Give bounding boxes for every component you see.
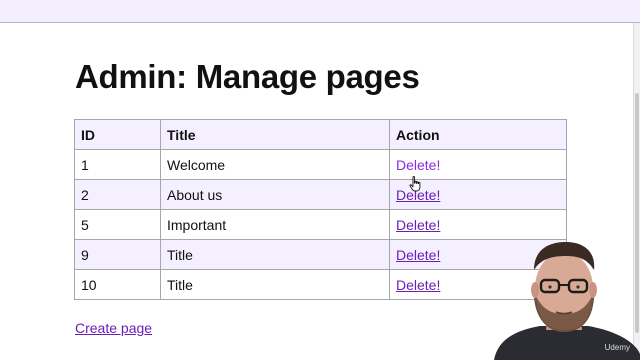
delete-link[interactable]: Delete! bbox=[396, 157, 440, 173]
delete-link[interactable]: Delete! bbox=[396, 217, 440, 233]
cell-id: 2 bbox=[74, 179, 161, 210]
cell-id: 5 bbox=[74, 209, 161, 240]
table-row: 5 Important Delete! bbox=[74, 209, 567, 240]
cell-title: Title bbox=[160, 269, 390, 300]
browser-top-bar bbox=[0, 0, 640, 23]
page-title: Admin: Manage pages bbox=[75, 58, 420, 95]
table-row: 1 Welcome Delete! bbox=[74, 149, 567, 180]
cell-id: 9 bbox=[74, 239, 161, 270]
cell-title: About us bbox=[160, 179, 390, 210]
hand-cursor-icon bbox=[409, 176, 421, 192]
watermark: Udemy bbox=[604, 343, 630, 352]
column-header-action: Action bbox=[389, 119, 567, 150]
cell-title: Important bbox=[160, 209, 390, 240]
delete-link[interactable]: Delete! bbox=[396, 247, 440, 263]
column-header-title: Title bbox=[160, 119, 390, 150]
column-header-id: ID bbox=[74, 119, 161, 150]
delete-link[interactable]: Delete! bbox=[396, 277, 440, 293]
cell-title: Title bbox=[160, 239, 390, 270]
table-row: 2 About us Delete! bbox=[74, 179, 567, 210]
cell-action: Delete! bbox=[389, 149, 567, 180]
cell-id: 10 bbox=[74, 269, 161, 300]
cell-title: Welcome bbox=[160, 149, 390, 180]
cell-id: 1 bbox=[74, 149, 161, 180]
cell-action: Delete! bbox=[389, 209, 567, 240]
presenter-video-overlay bbox=[494, 242, 640, 360]
create-page-link[interactable]: Create page bbox=[75, 320, 152, 336]
table-header-row: ID Title Action bbox=[74, 119, 567, 150]
